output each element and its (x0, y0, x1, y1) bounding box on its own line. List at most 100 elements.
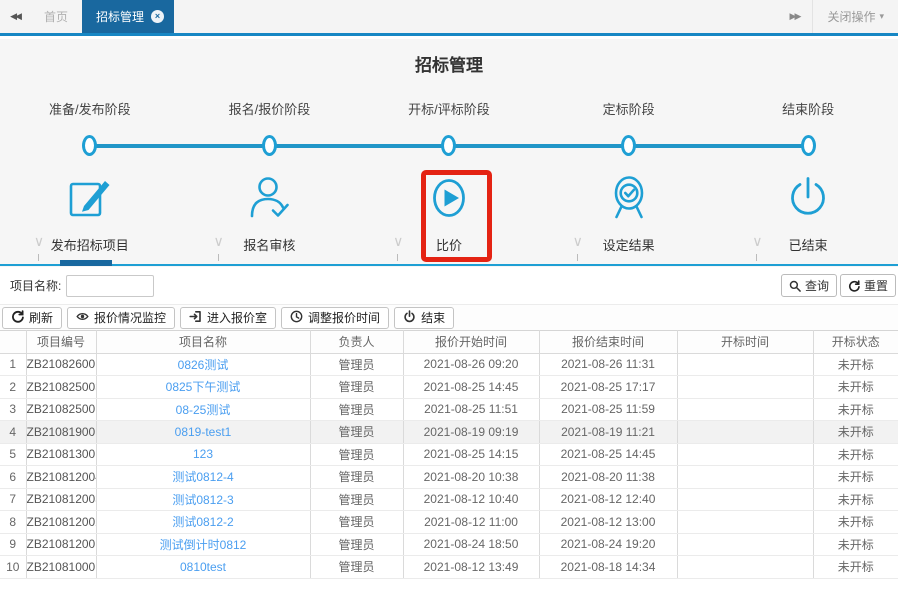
stage-tick (756, 254, 757, 261)
stage-tick (38, 254, 39, 261)
stage-action-4[interactable]: ∨设定结果 (539, 235, 719, 255)
project-name-link[interactable]: 08-25测试 (176, 403, 231, 417)
table-row[interactable]: 5ZB210813001123管理员2021-08-25 14:152021-0… (0, 443, 898, 466)
stage-phase-label: 准备/发布阶段 (0, 99, 180, 118)
stage-action-5[interactable]: ∨已结束 (718, 235, 898, 255)
timeline (0, 134, 898, 160)
reset-label: 重置 (864, 277, 888, 294)
stage-button-2[interactable] (180, 172, 360, 226)
project-code-cell: ZB210813001 (26, 443, 96, 466)
toolbar-button-refresh[interactable]: 刷新 (2, 307, 62, 329)
project-name-link[interactable]: 测试0812-2 (172, 515, 233, 529)
table-row[interactable]: 7ZB210812003测试0812-3管理员2021-08-12 10:402… (0, 488, 898, 511)
project-code-cell: ZB210825001 (26, 398, 96, 421)
quote-start-cell: 2021-08-25 14:45 (403, 376, 539, 399)
tab-bidding-management[interactable]: 招标管理 × (82, 0, 174, 33)
collapse-tabs-button[interactable]: ◀◀ (0, 0, 30, 33)
table-row[interactable]: 4ZB2108190010819-test1管理员2021-08-19 09:1… (0, 421, 898, 444)
owner-cell: 管理员 (310, 376, 403, 399)
stage-phase-label: 定标阶段 (539, 99, 719, 118)
toolbar-button-eye[interactable]: 报价情况监控 (67, 307, 175, 329)
close-operations-dropdown[interactable]: 关闭操作 ▾ (812, 0, 898, 33)
project-name-input[interactable] (66, 275, 154, 297)
project-name-link[interactable]: 0810test (180, 560, 226, 574)
open-time-cell (677, 398, 813, 421)
project-name-link[interactable]: 测试0812-4 (172, 470, 233, 484)
quote-end-cell: 2021-08-25 11:59 (539, 398, 677, 421)
reset-button[interactable]: 重置 (840, 274, 896, 297)
close-tab-icon[interactable]: × (151, 10, 164, 23)
table-row[interactable]: 6ZB210812004测试0812-4管理员2021-08-20 10:382… (0, 466, 898, 489)
owner-cell: 管理员 (310, 556, 403, 579)
owner-cell: 管理员 (310, 466, 403, 489)
project-code-cell: ZB210825003 (26, 376, 96, 399)
project-code-cell: ZB210812001 (26, 533, 96, 556)
table-row[interactable]: 8ZB210812002测试0812-2管理员2021-08-12 11:002… (0, 511, 898, 534)
chevron-down-icon: ∨ (31, 233, 47, 250)
table-row[interactable]: 2ZB2108250030825下午测试管理员2021-08-25 14:452… (0, 376, 898, 399)
project-name-link[interactable]: 测试倒计时0812 (160, 538, 247, 552)
open-status-cell: 未开标 (813, 421, 898, 444)
stage-action-1[interactable]: ∨ 发布招标项目 (0, 235, 180, 255)
toolbar-button-enter-room[interactable]: 进入报价室 (180, 307, 276, 329)
stage-tick (577, 254, 578, 261)
table-row[interactable]: 9ZB210812001测试倒计时0812管理员2021-08-24 18:50… (0, 533, 898, 556)
query-label: 查询 (805, 277, 829, 294)
table-row[interactable]: 3ZB21082500108-25测试管理员2021-08-25 11:5120… (0, 398, 898, 421)
tabbar-right-controls: ▶▶ 关闭操作 ▾ (776, 0, 898, 33)
toolbar-button-clock[interactable]: 调整报价时间 (281, 307, 389, 329)
target-check-icon (603, 172, 655, 226)
project-name-cell: 测试0812-4 (96, 466, 310, 489)
project-name-cell: 0810test (96, 556, 310, 579)
power-icon (782, 172, 834, 226)
stage-action-2[interactable]: ∨报名审核 (180, 235, 360, 255)
stage-button-1[interactable] (0, 172, 180, 226)
row-index-cell: 3 (0, 398, 26, 421)
search-row: 项目名称: 查询 重置 (0, 267, 898, 305)
query-button[interactable]: 查询 (781, 274, 837, 297)
quote-end-cell: 2021-08-18 14:34 (539, 556, 677, 579)
toolbar-button-label: 刷新 (29, 309, 53, 326)
row-index-cell: 10 (0, 556, 26, 579)
stage-action-label: 设定结果 (603, 238, 655, 253)
toolbar-button-label: 结束 (421, 309, 445, 326)
stage-phase-label: 报名/报价阶段 (180, 99, 360, 118)
quote-end-cell: 2021-08-25 14:45 (539, 443, 677, 466)
project-name-link[interactable]: 0825下午测试 (166, 380, 241, 394)
stage-action-label: 发布招标项目 (51, 238, 129, 253)
project-name-cell: 测试0812-2 (96, 511, 310, 534)
table-row[interactable]: 1ZB2108260010826测试管理员2021-08-26 09:20202… (0, 353, 898, 376)
stage-button-4[interactable] (539, 172, 719, 226)
project-name-link[interactable]: 0826测试 (178, 358, 229, 372)
expand-tabs-button[interactable]: ▶▶ (776, 0, 812, 33)
user-check-icon (243, 172, 295, 226)
row-index-cell: 1 (0, 353, 26, 376)
row-index-cell: 2 (0, 376, 26, 399)
toolbar-button-label: 报价情况监控 (94, 309, 166, 326)
table-row[interactable]: 10ZB2108100010810test管理员2021-08-12 13:49… (0, 556, 898, 579)
quote-end-cell: 2021-08-26 11:31 (539, 353, 677, 376)
stage-phase-label: 结束阶段 (718, 99, 898, 118)
stage-button-5[interactable] (718, 172, 898, 226)
quote-start-cell: 2021-08-24 18:50 (403, 533, 539, 556)
eye-icon (76, 310, 89, 326)
quote-end-cell: 2021-08-20 11:38 (539, 466, 677, 489)
project-name-link[interactable]: 0819-test1 (175, 425, 232, 439)
project-name-cell: 0819-test1 (96, 421, 310, 444)
project-name-link[interactable]: 测试0812-3 (172, 493, 233, 507)
project-name-cell: 08-25测试 (96, 398, 310, 421)
open-status-cell: 未开标 (813, 488, 898, 511)
timeline-circle (441, 135, 456, 156)
owner-cell: 管理员 (310, 511, 403, 534)
column-header: 项目名称 (96, 331, 310, 354)
search-actions: 查询 重置 (781, 274, 896, 297)
tab-home[interactable]: 首页 (30, 0, 82, 33)
project-code-cell: ZB210826001 (26, 353, 96, 376)
project-code-cell: ZB210819001 (26, 421, 96, 444)
page-title: 招标管理 (0, 51, 898, 76)
toolbar-button-power[interactable]: 结束 (394, 307, 454, 329)
project-name-link[interactable]: 123 (193, 447, 213, 461)
project-name-cell: 0825下午测试 (96, 376, 310, 399)
timeline-circle (621, 135, 636, 156)
project-name-cell: 测试倒计时0812 (96, 533, 310, 556)
